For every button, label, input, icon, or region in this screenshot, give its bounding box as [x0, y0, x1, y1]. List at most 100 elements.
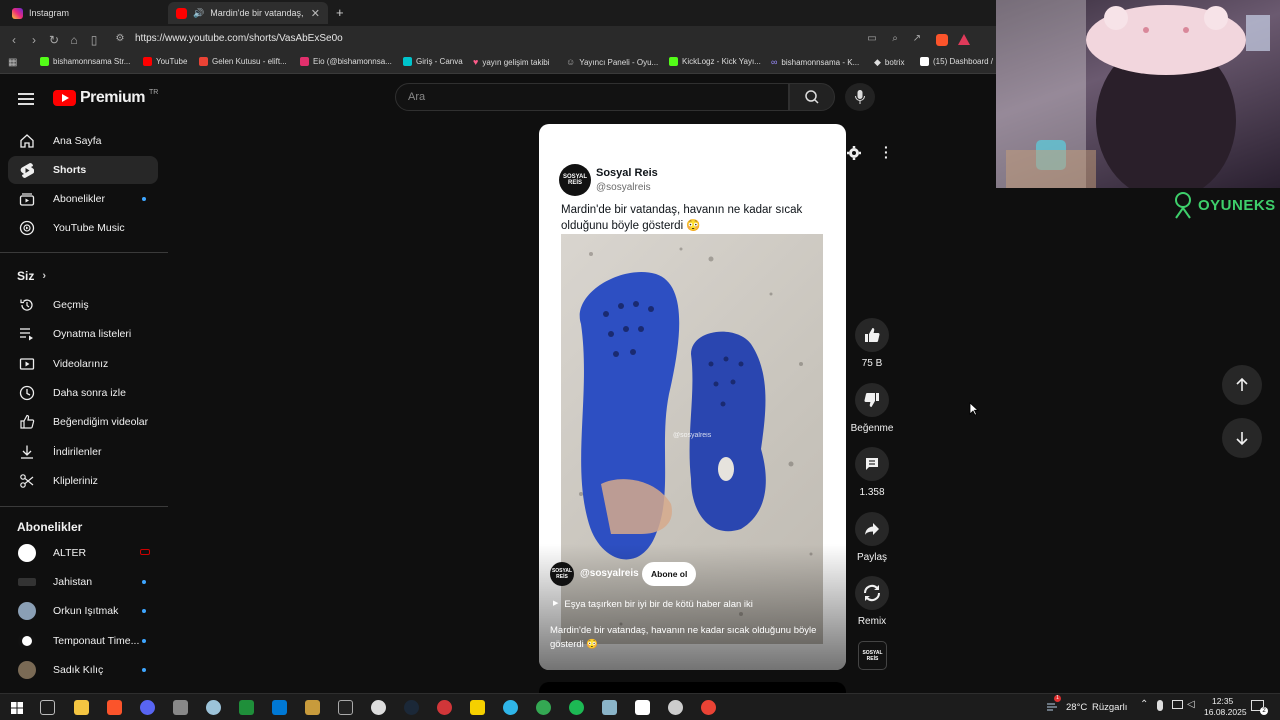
spotify-icon[interactable]	[569, 700, 584, 715]
settings-icon[interactable]	[846, 145, 862, 166]
app-icon[interactable]	[371, 700, 386, 715]
channel-avatar[interactable]: SOSYAL REİS	[550, 562, 574, 586]
comments-button[interactable]	[855, 447, 889, 481]
chrome-icon[interactable]	[536, 700, 551, 715]
home-browser-icon[interactable]: ⌂	[64, 33, 84, 47]
file-explorer-icon[interactable]	[74, 700, 89, 715]
subscription-channel[interactable]: Jahistan	[8, 568, 158, 596]
network-icon[interactable]	[1172, 700, 1183, 709]
brave-browser-icon[interactable]	[107, 700, 122, 715]
short-video-player[interactable]: SOSYAL REİS Sosyal Reis @sosyalreis Mard…	[539, 124, 846, 670]
epic-games-icon[interactable]	[338, 700, 353, 715]
next-short-preview[interactable]	[539, 682, 846, 693]
chevron-up-icon[interactable]: ⌃	[1140, 699, 1148, 710]
channel-avatar	[18, 602, 36, 620]
voice-search-button[interactable]	[845, 83, 875, 111]
tab-youtube[interactable]: 🔊 Mardin'de bir vatandaş, havan ✕	[168, 2, 328, 24]
store-icon[interactable]	[272, 700, 287, 715]
reload-icon[interactable]: ↻	[44, 33, 64, 47]
channel-avatar	[18, 632, 36, 650]
more-options-icon[interactable]: · · ·	[884, 140, 890, 164]
sidebar-item-clips[interactable]: Klipleriniz	[8, 467, 158, 495]
bookmark-item[interactable]: KickLogz - Kick Yayı...	[669, 57, 761, 66]
bookmark-item[interactable]: Giriş - Canva	[403, 57, 463, 66]
share-page-icon[interactable]: ↗	[907, 33, 927, 44]
bookmark-item[interactable]: ♥ yayın gelişim takibi	[473, 57, 549, 67]
sidebar-item-subscriptions[interactable]: Abonelikler	[8, 185, 158, 213]
game-icon[interactable]	[305, 700, 320, 715]
site-info-icon[interactable]: ⚙	[110, 33, 130, 44]
app-icon[interactable]	[668, 700, 683, 715]
mic-icon[interactable]	[1157, 700, 1163, 711]
menu-icon[interactable]	[18, 90, 34, 108]
bookmark-item[interactable]: YouTube	[143, 57, 187, 66]
url-field[interactable]: https://www.youtube.com/shorts/VasAbExSe…	[135, 33, 343, 44]
xbox-icon[interactable]	[239, 700, 254, 715]
bookmark-item[interactable]: Eio (@bishamonnsa...	[300, 57, 392, 66]
bookmark-item[interactable]: bishamonnsama Str...	[40, 57, 130, 66]
remix-label: Remix	[857, 616, 887, 627]
tab-instagram[interactable]: Instagram	[4, 2, 164, 24]
sidebar-item-home[interactable]: Ana Sayfa	[8, 127, 158, 155]
clock-date[interactable]: 16.08.2025	[1204, 707, 1247, 717]
edge-icon[interactable]	[503, 700, 518, 715]
shorts-icon	[17, 162, 37, 179]
steam-icon[interactable]	[404, 700, 419, 715]
sound-thumbnail[interactable]: SOSYAL REİS	[858, 641, 887, 670]
bookmark-item[interactable]: Gelen Kutusu - elift...	[199, 57, 287, 66]
sidebar-item-shorts[interactable]: Shorts	[8, 156, 158, 184]
bookmark-item[interactable]: ☺ Yayıncı Paneli - Oyu...	[566, 57, 658, 67]
forward-icon[interactable]: ›	[24, 33, 44, 47]
brave-rewards-icon[interactable]	[958, 34, 970, 45]
subscription-channel[interactable]: Sadık Kılıç	[8, 656, 158, 684]
next-short-button[interactable]	[1222, 418, 1262, 458]
sidebar-item-history[interactable]: Geçmiş	[8, 291, 158, 319]
new-tab-icon[interactable]: +	[336, 5, 344, 20]
remix-button[interactable]	[855, 576, 889, 610]
bookmark-item[interactable]: ∞ bishamonnsama - K...	[771, 57, 859, 67]
dislike-button[interactable]	[855, 383, 889, 417]
notion-icon[interactable]	[635, 700, 650, 715]
bookmark-item[interactable]: ◆ botrix	[874, 57, 904, 68]
game-icon[interactable]	[437, 700, 452, 715]
back-icon[interactable]: ‹	[4, 33, 24, 47]
app-icon[interactable]	[173, 700, 188, 715]
search-input[interactable]: Ara	[395, 83, 789, 111]
sidebar-item-downloads[interactable]: İndirilenler	[8, 438, 158, 466]
discord-icon[interactable]	[140, 700, 155, 715]
sidebar-item-youtube-music[interactable]: YouTube Music	[8, 214, 158, 242]
search-button[interactable]	[789, 83, 835, 111]
like-button[interactable]	[855, 318, 889, 352]
close-tab-icon[interactable]: ✕	[311, 7, 320, 20]
windows-start-icon[interactable]	[11, 701, 23, 714]
sidebar-divider	[0, 252, 168, 253]
tweet-avatar: SOSYAL REİS	[559, 164, 591, 196]
task-view-icon[interactable]	[40, 700, 55, 715]
zoom-icon[interactable]: ⌕	[885, 33, 905, 44]
sidebar-you-heading[interactable]: Siz ›	[17, 269, 46, 283]
related-video-link[interactable]: ▶ Eşya taşırken bir iyi bir de kötü habe…	[553, 599, 753, 610]
bookmark-item[interactable]: (15) Dashboard /	[920, 57, 993, 66]
subscription-channel[interactable]: Temponaut Time...	[8, 627, 158, 655]
subscribe-button[interactable]: Abone ol	[642, 562, 697, 586]
sidebar-item-liked-videos[interactable]: Beğendiğim videolar	[8, 408, 158, 436]
youtube-premium-logo[interactable]: Premium TR	[53, 89, 158, 107]
sidebar-item-your-videos[interactable]: Videolarınız	[8, 350, 158, 378]
channel-name[interactable]: @sosyalreis	[580, 568, 639, 579]
cast-icon[interactable]: ▭	[862, 33, 882, 44]
brave-shield-icon[interactable]	[936, 34, 948, 46]
bookmark-icon[interactable]: ▯	[84, 33, 104, 47]
subscription-channel[interactable]: ALTER	[8, 539, 158, 567]
previous-short-button[interactable]	[1222, 365, 1262, 405]
app-icon[interactable]	[470, 700, 485, 715]
app-icon[interactable]	[206, 700, 221, 715]
clock-time[interactable]: 12:35	[1212, 696, 1233, 706]
sidebar-item-playlists[interactable]: Oynatma listeleri	[8, 320, 158, 348]
apps-icon[interactable]: ▦	[8, 57, 17, 68]
volume-icon[interactable]: ◁	[1187, 699, 1195, 710]
subscription-channel[interactable]: Orkun Işıtmak	[8, 597, 158, 625]
app-icon[interactable]	[602, 700, 617, 715]
share-button[interactable]	[855, 512, 889, 546]
chrome-icon[interactable]	[701, 700, 716, 715]
sidebar-item-watch-later[interactable]: Daha sonra izle	[8, 379, 158, 407]
